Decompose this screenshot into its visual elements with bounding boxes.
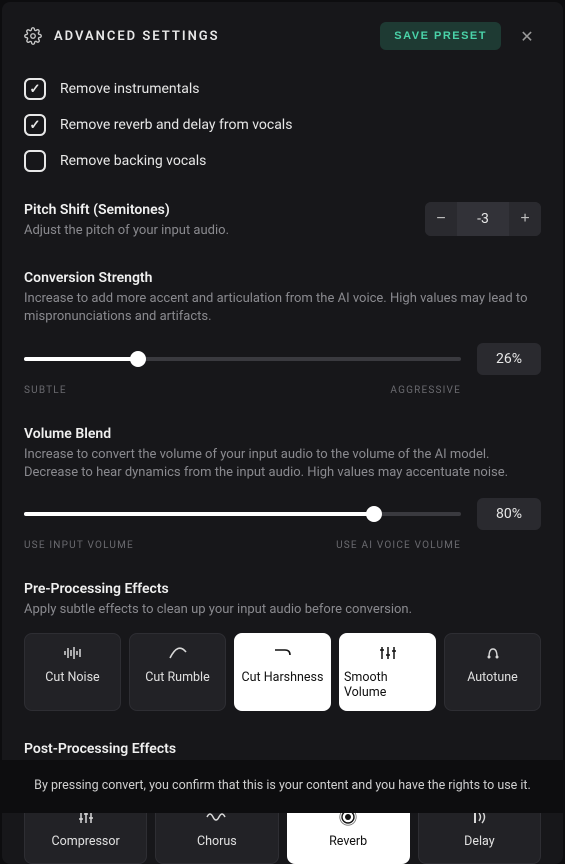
close-icon[interactable]: ✕ (513, 22, 541, 50)
effect-label: Delay (464, 834, 495, 849)
checkbox-row[interactable]: Remove reverb and delay from vocals (24, 114, 541, 136)
checkbox-label: Remove backing vocals (60, 153, 206, 169)
pitch-stepper[interactable]: − -3 + (425, 202, 541, 236)
blend-value: 80% (477, 498, 541, 530)
checkbox[interactable] (24, 150, 46, 172)
effect-label: Chorus (197, 834, 237, 849)
effect-label: Reverb (329, 834, 367, 849)
pitch-title: Pitch Shift (Semitones) (24, 202, 405, 218)
strength-max-label: AGGRESSIVE (390, 385, 461, 396)
save-preset-button[interactable]: SAVE PRESET (380, 22, 501, 50)
checkbox-row[interactable]: Remove backing vocals (24, 150, 541, 172)
effect-label: Cut Harshness (242, 670, 324, 685)
effect-autotune[interactable]: Autotune (444, 633, 541, 711)
harsh-icon (273, 644, 293, 662)
blend-title: Volume Blend (24, 426, 541, 442)
strength-value: 26% (477, 343, 541, 375)
pre-desc: Apply subtle effects to clean up your in… (24, 601, 541, 619)
effect-label: Smooth Volume (344, 670, 431, 700)
effect-smooth-volume[interactable]: Smooth Volume (339, 633, 436, 711)
checkbox[interactable] (24, 114, 46, 136)
checkbox-label: Remove instrumentals (60, 81, 199, 97)
effect-cut-noise[interactable]: Cut Noise (24, 633, 121, 711)
blend-slider[interactable] (24, 512, 461, 516)
strength-title: Conversion Strength (24, 270, 541, 286)
blend-max-label: USE AI VOICE VOLUME (336, 540, 461, 551)
effect-label: Cut Rumble (145, 670, 209, 685)
effect-label: Cut Noise (45, 670, 99, 685)
post-title: Post-Processing Effects (24, 741, 541, 757)
effect-cut-harshness[interactable]: Cut Harshness (234, 633, 331, 711)
pitch-desc: Adjust the pitch of your input audio. (24, 222, 405, 240)
pitch-value: -3 (457, 202, 509, 236)
checkbox-row[interactable]: Remove instrumentals (24, 78, 541, 100)
effect-cut-rumble[interactable]: Cut Rumble (129, 633, 226, 711)
smooth-icon (378, 644, 398, 662)
strength-min-label: SUBTLE (24, 385, 67, 396)
pitch-increment-button[interactable]: + (509, 202, 541, 236)
noise-icon (63, 644, 83, 662)
blend-min-label: USE INPUT VOLUME (24, 540, 134, 551)
strength-slider[interactable] (24, 357, 461, 361)
autotune-icon (483, 644, 503, 662)
pitch-decrement-button[interactable]: − (425, 202, 457, 236)
effect-label: Compressor (51, 834, 119, 849)
page-title: ADVANCED SETTINGS (54, 29, 368, 44)
blend-desc: Increase to convert the volume of your i… (24, 446, 541, 482)
footer-disclaimer: By pressing convert, you confirm that th… (0, 760, 565, 813)
strength-desc: Increase to add more accent and articula… (24, 290, 541, 326)
checkbox[interactable] (24, 78, 46, 100)
effect-label: Autotune (467, 670, 518, 685)
rumble-icon (168, 644, 188, 662)
checkbox-label: Remove reverb and delay from vocals (60, 117, 292, 133)
pre-title: Pre-Processing Effects (24, 581, 541, 597)
gear-icon (24, 27, 42, 45)
